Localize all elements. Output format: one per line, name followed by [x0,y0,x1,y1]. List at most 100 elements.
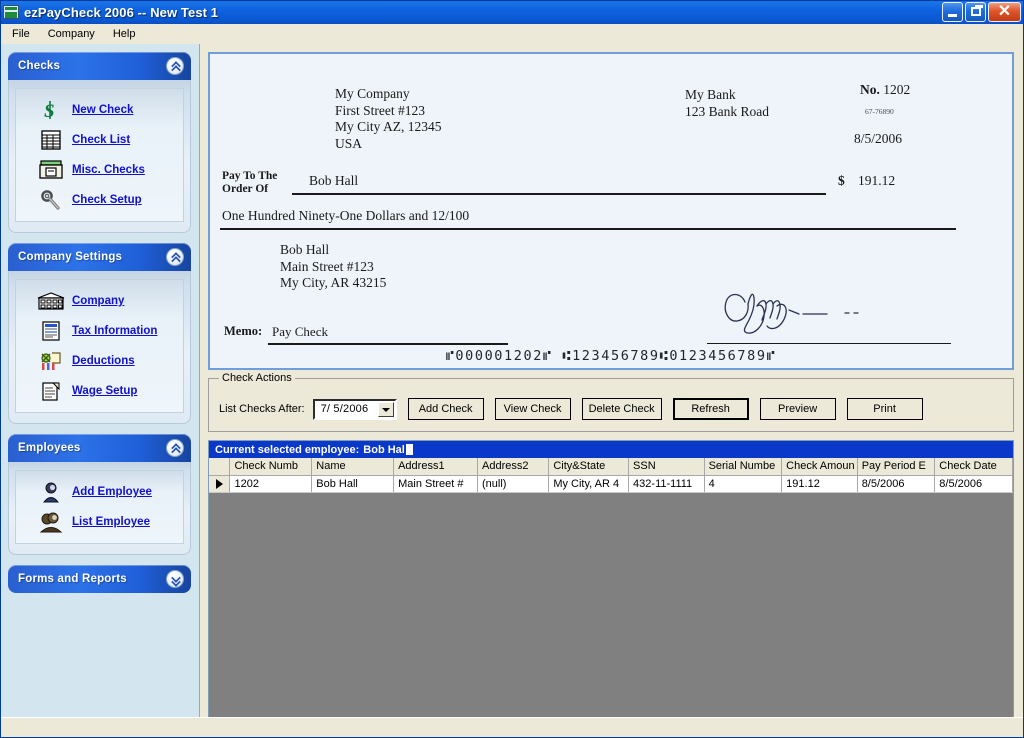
sidebar-item-list-employee[interactable]: List Employee [20,507,179,537]
check-number-value: 1202 [883,82,910,97]
column-header-city-state[interactable]: City&State [549,458,629,475]
chevron-down-icon[interactable] [378,402,394,417]
add-check-button[interactable]: Add Check [408,398,484,420]
app-window-icon [3,5,19,19]
people-icon [36,510,66,534]
sidebar-item-label: New Check [72,104,133,116]
sidebar-item-check-setup[interactable]: Check Setup [20,185,179,215]
column-header-check-amoun[interactable]: Check Amoun [782,458,858,475]
chevron-up-icon[interactable] [166,57,184,75]
application-window: ezPayCheck 2006 -- New Test 1 ✕ File Com… [0,0,1024,738]
payee-address-name: Bob Hall [280,242,386,259]
sidebar-item-label: List Employee [72,516,150,528]
panel-header-checks[interactable]: Checks [8,52,191,80]
chevron-down-icon[interactable] [166,570,184,588]
sidebar-item-deductions[interactable]: Deductions [20,346,179,376]
panel-body-company-settings: Company [8,271,191,424]
close-button[interactable]: ✕ [988,2,1021,22]
sidebar-item-label: Check Setup [72,194,142,206]
view-check-button[interactable]: View Check [495,398,571,420]
sidebar-item-add-employee[interactable]: Add Employee [20,477,179,507]
payee-rule [292,193,826,195]
main-work-area: My Company First Street #123 My City AZ,… [201,44,1024,738]
column-header-pay-period-e[interactable]: Pay Period E [857,458,935,475]
panel-title-forms-and-reports: Forms and Reports [18,573,127,585]
delete-check-button[interactable]: Delete Check [582,398,662,420]
panel-inner-employees: Add Employee List Employee [15,470,184,544]
sidebar-item-wage-setup[interactable]: Wage Setup [20,376,179,406]
panel-checks: Checks S New Check [8,52,191,233]
window-title: ezPayCheck 2006 -- New Test 1 [24,5,218,20]
grid-caption-prefix: Current selected employee: [215,444,359,456]
sidebar-item-company[interactable]: Company [20,286,179,316]
folder-box-icon [36,158,66,182]
panel-header-employees[interactable]: Employees [8,434,191,462]
panel-title-company-settings: Company Settings [18,251,122,263]
wrench-icon [36,188,66,212]
row-selector[interactable] [209,475,230,492]
print-button[interactable]: Print [847,398,923,420]
table-row[interactable]: 1202 Bob Hall Main Street # (null) My Ci… [209,475,1013,492]
sidebar-item-misc-checks[interactable]: Misc. Checks [20,155,179,185]
micr-line: ⑈000001202⑈ ⑆123456789⑆0123456789⑈ [210,348,1012,364]
panel-company-settings: Company Settings [8,243,191,424]
list-checks-after-date-picker[interactable]: 7/ 5/2006 [313,399,397,420]
check-actions-legend: Check Actions [219,372,295,384]
sidebar-item-check-list[interactable]: Check List [20,125,179,155]
table-header-row: Check Numb Name Address1 Address2 City&S… [209,458,1013,475]
building-icon [36,289,66,313]
menu-company[interactable]: Company [40,26,103,42]
status-bar [0,717,1024,738]
memo-value: Pay Check [272,324,328,340]
payee-address-block: Bob Hall Main Street #123 My City, AR 43… [280,242,386,292]
company-city-state-zip: My City AZ, 12345 [335,119,442,136]
company-name: My Company [335,86,442,103]
column-header-check-numb[interactable]: Check Numb [230,458,312,475]
panel-body-checks: S New Check [8,80,191,233]
cell-address2: (null) [478,475,549,492]
grid-caption-value: Bob Hal [363,444,405,456]
chevron-up-icon[interactable] [166,439,184,457]
cell-check-amoun: 191.12 [782,475,858,492]
column-header-address2[interactable]: Address2 [478,458,549,475]
list-grid-icon [36,128,66,152]
routing-fraction: 67-76890 [865,107,894,116]
cell-check-date: 8/5/2006 [935,475,1013,492]
preview-button[interactable]: Preview [760,398,836,420]
panel-body-employees: Add Employee List Employee [8,462,191,555]
pay-to-line-2: Order Of [222,183,277,196]
column-header-check-date[interactable]: Check Date [935,458,1013,475]
person-add-icon [36,480,66,504]
dollar-sign-icon: S [36,98,66,122]
panel-header-company-settings[interactable]: Company Settings [8,243,191,271]
sidebar-item-label: Wage Setup [72,385,137,397]
minimize-icon [948,14,957,17]
menu-file[interactable]: File [4,26,38,42]
column-header-address1[interactable]: Address1 [394,458,478,475]
maximize-button[interactable] [965,2,986,22]
check-number-label: No. [860,82,880,97]
minimize-button[interactable] [942,2,963,22]
menu-help[interactable]: Help [105,26,144,42]
pay-to-the-order-of-label: Pay To The Order Of [222,170,277,196]
column-header-ssn[interactable]: SSN [629,458,705,475]
sidebar-item-tax-information[interactable]: Tax Information [20,316,179,346]
panel-header-forms-and-reports[interactable]: Forms and Reports [8,565,191,593]
checks-data-grid: Current selected employee: Bob Hal Check… [208,440,1014,730]
company-country: USA [335,136,442,153]
column-header-name[interactable]: Name [312,458,394,475]
close-icon: ✕ [989,3,1020,21]
cell-name: Bob Hall [312,475,394,492]
refresh-button[interactable]: Refresh [673,398,749,420]
clipboard-icon [36,379,66,403]
payee-name: Bob Hall [309,173,358,189]
sidebar-item-new-check[interactable]: S New Check [20,95,179,125]
payee-address-city-state-zip: My City, AR 43215 [280,275,386,292]
sidebar-item-label: Deductions [72,355,135,367]
pay-to-line-1: Pay To The [222,170,277,183]
payee-address-street: Main Street #123 [280,259,386,276]
bank-address-block: My Bank 123 Bank Road [685,87,769,120]
column-header-serial-numbe[interactable]: Serial Numbe [704,458,782,475]
panel-title-employees: Employees [18,442,81,454]
chevron-up-icon[interactable] [166,248,184,266]
